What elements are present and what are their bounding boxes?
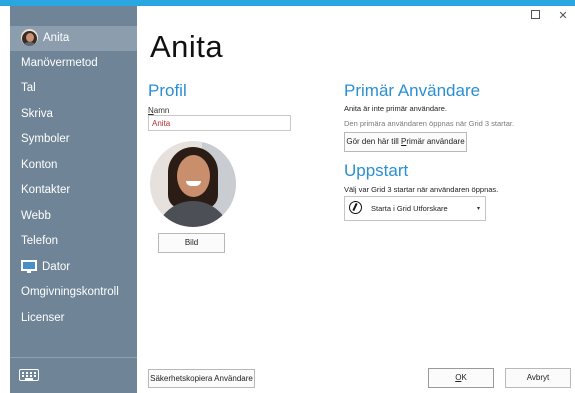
sidebar-item-label: Manövermetod <box>21 57 98 69</box>
sidebar-item-label: Tal <box>21 82 36 94</box>
sidebar-item-access-method[interactable]: Manövermetod <box>10 51 137 76</box>
sidebar-item-label: Konton <box>21 159 58 171</box>
page-title: Anita <box>150 29 224 64</box>
sidebar-item-label: Dator <box>42 261 71 273</box>
close-icon: ✕ <box>558 10 568 22</box>
sidebar-item-writing[interactable]: Skriva <box>10 102 137 127</box>
primary-user-heading: Primär Användare <box>344 81 481 100</box>
sidebar-item-user[interactable]: Anita <box>10 26 137 51</box>
cancel-button[interactable]: Avbryt <box>505 368 571 388</box>
user-avatar-icon <box>21 29 38 47</box>
primary-user-status: Anita är inte primär användare. <box>344 104 447 113</box>
maximize-icon <box>530 10 540 19</box>
sidebar-item-speech[interactable]: Tal <box>10 76 137 101</box>
sidebar-item-label: Omgivningskontroll <box>21 286 119 298</box>
sidebar-item-label: Kontakter <box>21 184 71 196</box>
sidebar-item-label: Telefon <box>21 235 59 247</box>
ok-button[interactable]: OK <box>428 368 494 388</box>
sidebar-item-label: Anita <box>43 32 70 44</box>
name-label: Namn <box>148 106 170 115</box>
profile-heading: Profil <box>148 81 187 100</box>
startup-dropdown-value: Starta i Grid Utforskare <box>371 204 448 213</box>
chevron-down-icon: ▾ <box>476 206 480 212</box>
backup-users-button[interactable]: Säkerhetskopiera Användare <box>148 369 255 388</box>
sidebar-item-web[interactable]: Webb <box>10 204 137 229</box>
maximize-button[interactable] <box>528 9 542 23</box>
startup-heading: Uppstart <box>344 161 409 180</box>
profile-photo <box>150 141 236 227</box>
monitor-icon <box>21 259 37 273</box>
name-field[interactable] <box>148 115 291 131</box>
sidebar-item-computer[interactable]: Dator <box>10 255 137 280</box>
sidebar-item-contacts[interactable]: Kontakter <box>10 178 137 203</box>
sidebar-item-label: Skriva <box>21 108 53 120</box>
close-button[interactable]: ✕ <box>556 9 570 23</box>
sidebar-item-environment-control[interactable]: Omgivningskontroll <box>10 280 137 305</box>
picture-button[interactable]: Bild <box>158 233 225 253</box>
sidebar-item-phone[interactable]: Telefon <box>10 229 137 254</box>
startup-dropdown[interactable]: Starta i Grid Utforskare ▾ <box>344 196 486 221</box>
primary-user-description: Den primära användaren öppnas när Grid 3… <box>344 119 515 128</box>
sidebar: Anita Manövermetod Tal Skriva Symboler K… <box>10 6 137 393</box>
compass-icon <box>349 201 362 214</box>
sidebar-item-label: Webb <box>21 210 51 222</box>
keyboard-icon[interactable] <box>19 369 39 381</box>
sidebar-item-label: Symboler <box>21 133 70 145</box>
make-primary-button[interactable]: Gör den här till Primär användare <box>344 132 467 152</box>
sidebar-item-label: Licenser <box>21 312 65 324</box>
sidebar-item-licenses[interactable]: Licenser <box>10 306 137 331</box>
startup-description: Välj var Grid 3 startar när användaren ö… <box>344 185 499 194</box>
sidebar-item-accounts[interactable]: Konton <box>10 153 137 178</box>
sidebar-divider <box>10 357 137 358</box>
sidebar-item-symbols[interactable]: Symboler <box>10 127 137 152</box>
